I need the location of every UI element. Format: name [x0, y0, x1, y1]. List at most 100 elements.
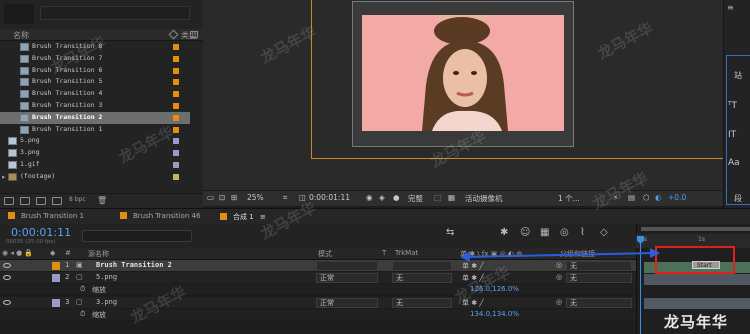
- expand-icon[interactable]: ▸: [2, 173, 6, 181]
- layer-list: 1 ▣ Brush Transition 2单 ✱ ╱ ◎ 无 2 ▢ 5.png 正常无单 ✱…: [0, 260, 636, 334]
- label-column-icon[interactable]: ◆: [50, 249, 55, 257]
- layer-index: 2: [65, 273, 70, 282]
- exposure-value[interactable]: +0.0: [668, 193, 686, 202]
- property-row[interactable]: ⏱ 缩放 126.0,126.0%: [0, 284, 636, 297]
- source-name-header[interactable]: 源名称: [88, 249, 109, 259]
- project-item[interactable]: 3.png: [0, 147, 190, 159]
- timeline-tab[interactable]: 合成 1 ≡: [220, 212, 266, 222]
- layer-label-swatch[interactable]: [52, 274, 60, 283]
- woman-photo[interactable]: [362, 15, 564, 131]
- layer-label-swatch[interactable]: [52, 262, 60, 270]
- label-color-swatch[interactable]: [173, 44, 179, 50]
- label-color-swatch[interactable]: [173, 67, 179, 74]
- show-snapshot-icon[interactable]: ◈: [379, 193, 385, 202]
- label-color-swatch[interactable]: [173, 91, 179, 98]
- snapshot-icon[interactable]: ◉: [366, 193, 373, 202]
- work-area-bar[interactable]: [641, 227, 750, 231]
- 3d-icon[interactable]: ⬡: [643, 193, 650, 202]
- project-item[interactable]: Brush Transition 2: [0, 111, 190, 124]
- layer-type-icon: ▢: [76, 297, 83, 306]
- stopwatch-icon[interactable]: ⏱: [80, 310, 85, 319]
- region-icon[interactable]: ⬚: [434, 193, 441, 202]
- flowchart-icon[interactable]: [190, 31, 198, 38]
- tracking-icon[interactable]: IT: [728, 130, 736, 140]
- resolution-select[interactable]: 完整: [408, 193, 423, 204]
- project-settings-icon[interactable]: [52, 197, 62, 205]
- av-switches-icon[interactable]: ◉ ◂ ● 🔒: [2, 249, 33, 257]
- label-color-swatch[interactable]: [173, 162, 179, 168]
- label-color-swatch[interactable]: [173, 126, 179, 133]
- trkmat-dropdown[interactable]: [392, 261, 452, 271]
- pick-whip-icon[interactable]: ◎: [556, 273, 562, 281]
- name-column-header[interactable]: 名称: [13, 30, 29, 41]
- magnification-icon[interactable]: ▭: [207, 193, 214, 202]
- layer-label-swatch[interactable]: [52, 298, 60, 307]
- property-row[interactable]: ⏱ 缩放 134.0,134.0%: [0, 308, 636, 321]
- mode-dropdown[interactable]: [316, 261, 378, 271]
- project-item[interactable]: 1.gif: [0, 159, 190, 171]
- new-folder-icon[interactable]: [20, 197, 30, 205]
- fit-icon[interactable]: ⊡: [219, 193, 225, 202]
- panel-menu-icon[interactable]: ≡: [727, 3, 734, 12]
- project-footer: 8 bpc 🗑: [0, 193, 203, 208]
- pick-whip-icon[interactable]: ◎: [556, 298, 562, 306]
- timeline-tab[interactable]: Brush Transition 46: [120, 212, 200, 220]
- current-time[interactable]: 0:00:01:11: [11, 226, 71, 239]
- layer-row[interactable]: 3 ▢ 3.png 正常无单 ✱ ╱ ◎ 无: [0, 296, 636, 309]
- new-composition-icon[interactable]: [36, 197, 46, 205]
- label-color-swatch[interactable]: [173, 150, 179, 157]
- label-color-swatch[interactable]: [173, 55, 179, 62]
- guides-icon[interactable]: ⌗: [283, 193, 287, 203]
- layer-row[interactable]: 2 ▢ 5.png 正常无单 ✱ ╱ ◎ 无: [0, 272, 636, 285]
- layer-search-input[interactable]: [82, 230, 192, 242]
- trkmat-header[interactable]: TrkMat: [395, 249, 418, 257]
- project-item[interactable]: Brush Transition 4: [0, 88, 190, 100]
- layer-index: 3: [65, 297, 70, 306]
- mode-header[interactable]: 模式: [318, 249, 332, 259]
- property-value[interactable]: 134.0,134.0%: [470, 310, 519, 318]
- timecode-display[interactable]: 0:00:01:11: [309, 193, 350, 202]
- layer-name[interactable]: 5.png: [96, 273, 117, 281]
- timeline-tab[interactable]: Brush Transition 1: [8, 212, 84, 220]
- frame-blending-icon[interactable]: ▦: [540, 227, 549, 238]
- label-color-swatch[interactable]: [173, 103, 179, 109]
- layer-name[interactable]: Brush Transition 2: [96, 261, 172, 269]
- layer-bar-3png[interactable]: [644, 298, 750, 309]
- comp-mini-flowchart-icon[interactable]: ⇆: [446, 227, 454, 238]
- exposure-icon[interactable]: ◐: [655, 193, 662, 202]
- trash-icon[interactable]: 🗑: [97, 196, 107, 205]
- interpret-footage-icon[interactable]: [4, 197, 14, 205]
- text-size-icon[interactable]: ᵀT: [728, 101, 737, 111]
- label-color-swatch[interactable]: [173, 79, 179, 86]
- baseline-icon[interactable]: Aa: [728, 158, 740, 168]
- motion-blur-icon[interactable]: ◎: [560, 227, 569, 238]
- grid-icon[interactable]: ⊞: [231, 193, 237, 202]
- label-color-swatch[interactable]: [173, 114, 179, 121]
- zoom-select[interactable]: 25%: [247, 193, 264, 202]
- bit-depth-label[interactable]: 8 bpc: [69, 196, 86, 203]
- project-item[interactable]: Brush Transition 6: [0, 65, 190, 77]
- project-item[interactable]: ▸ (footage): [0, 171, 190, 183]
- right-panel: ≡ 站 ᵀT IT Aa 段: [723, 0, 750, 208]
- camera-select[interactable]: 活动摄像机: [465, 193, 503, 204]
- keyframe-icon[interactable]: ◇: [600, 227, 608, 238]
- project-item[interactable]: Brush Transition 5: [0, 76, 190, 88]
- t-header[interactable]: T: [382, 249, 386, 257]
- shy-icon[interactable]: ☺: [520, 227, 530, 238]
- views-select[interactable]: 1 个...: [558, 193, 580, 204]
- draft-3d-icon[interactable]: ✱: [500, 227, 508, 238]
- visibility-eye-icon[interactable]: [3, 275, 11, 281]
- transparency-grid-icon[interactable]: ▦: [448, 193, 455, 202]
- stopwatch-icon[interactable]: ⏱: [80, 285, 85, 294]
- layer-bar-5png[interactable]: [644, 274, 750, 285]
- project-item[interactable]: Brush Transition 3: [0, 100, 190, 112]
- graph-editor-icon[interactable]: ⌇: [580, 227, 585, 238]
- visibility-eye-icon[interactable]: [3, 263, 11, 268]
- property-name: 缩放: [92, 310, 106, 319]
- visibility-eye-icon[interactable]: [3, 299, 11, 305]
- layer-name[interactable]: 3.png: [96, 298, 117, 306]
- label-color-swatch[interactable]: [173, 173, 179, 180]
- channel-icon[interactable]: ●: [393, 193, 400, 202]
- composition-icon: [20, 125, 29, 134]
- project-search[interactable]: [40, 6, 190, 20]
